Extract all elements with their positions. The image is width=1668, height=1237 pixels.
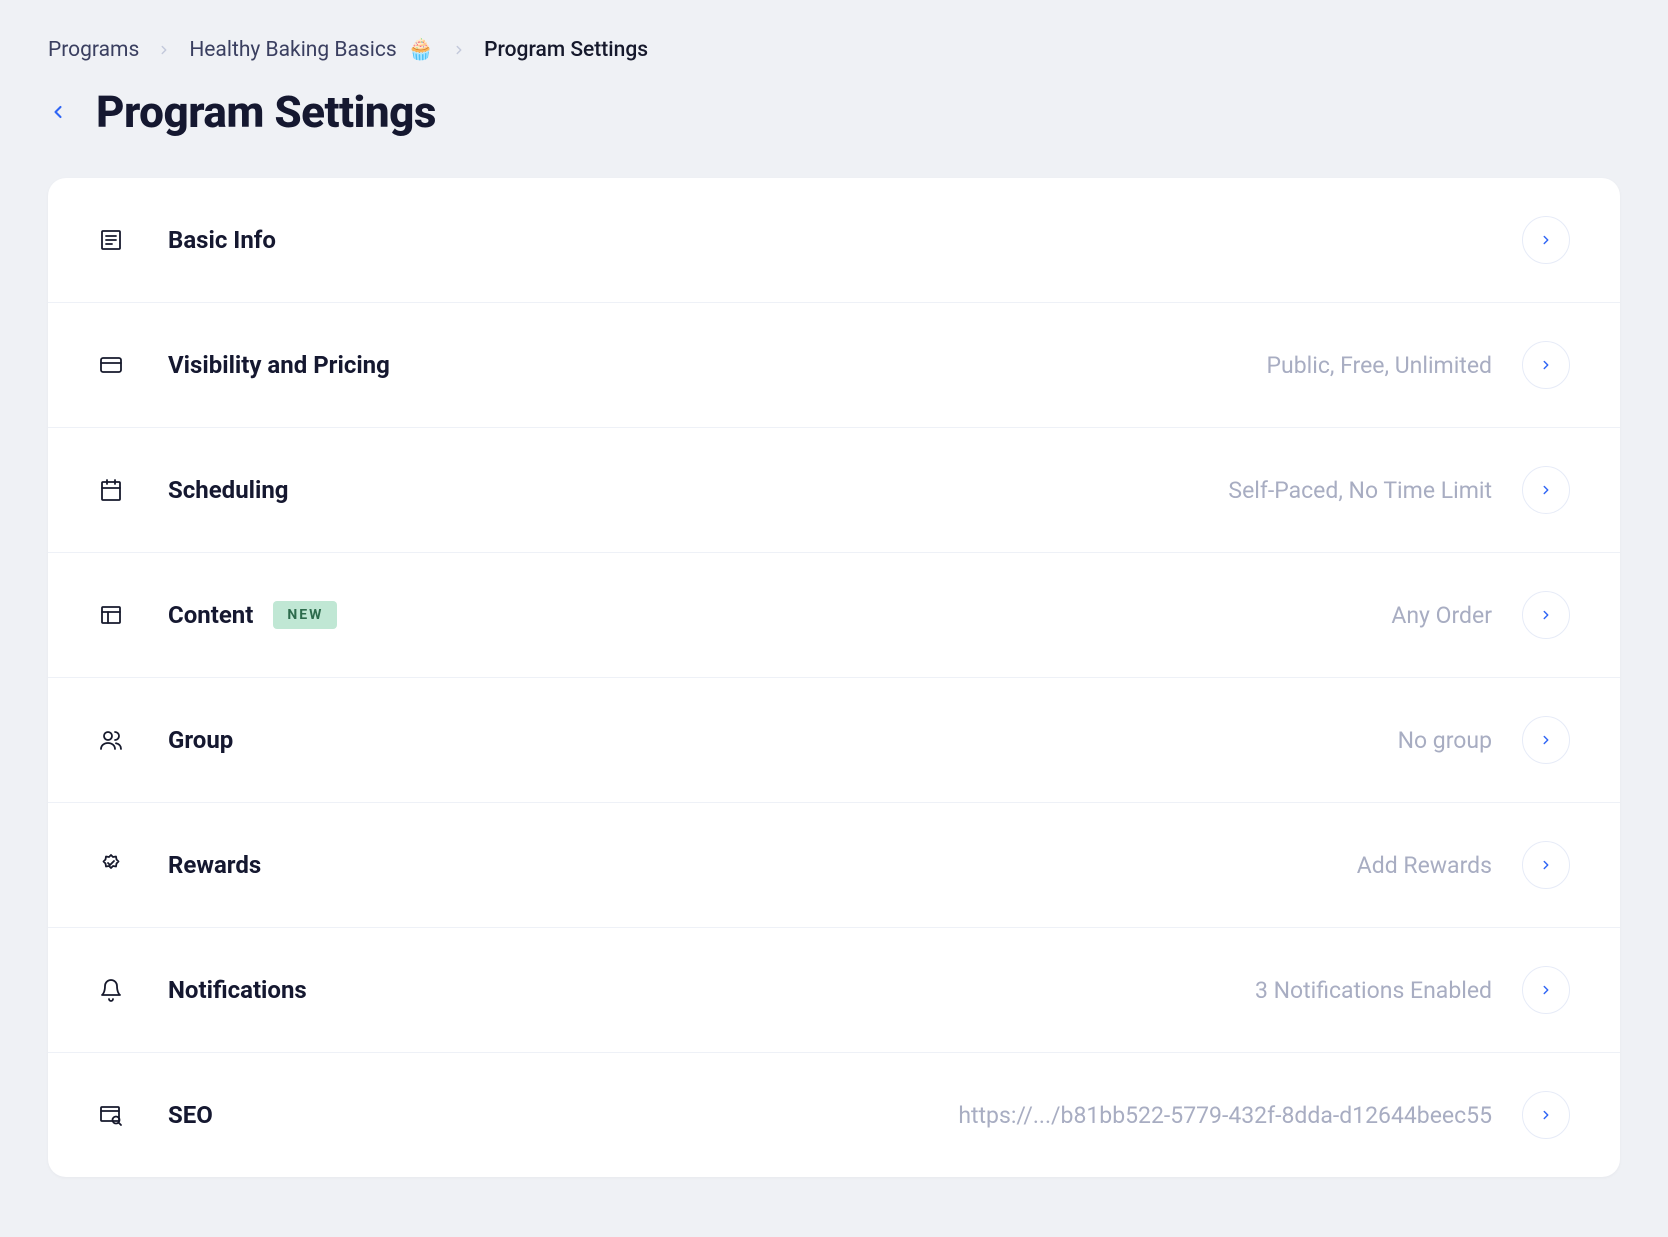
chevron-left-icon (48, 99, 68, 125)
credit-card-icon (98, 352, 124, 378)
row-value: Add Rewards (1357, 852, 1492, 879)
breadcrumb-item-current: Program Settings (484, 38, 648, 62)
settings-row-rewards[interactable]: Rewards Add Rewards (48, 803, 1620, 928)
chevron-right-icon (1522, 341, 1570, 389)
row-label: Rewards (168, 851, 261, 879)
row-label: Notifications (168, 976, 307, 1004)
row-value: https://.../b81bb522-5779-432f-8dda-d126… (958, 1102, 1492, 1129)
chevron-right-icon (1522, 216, 1570, 264)
row-label: Basic Info (168, 226, 276, 254)
breadcrumb-label: Program Settings (484, 38, 648, 62)
row-value: Any Order (1391, 602, 1492, 629)
list-icon (98, 227, 124, 253)
row-label: SEO (168, 1101, 213, 1129)
chevron-right-icon (452, 43, 466, 57)
breadcrumb: Programs Healthy Baking Basics 🧁 Program… (48, 38, 1620, 62)
settings-row-basic-info[interactable]: Basic Info (48, 178, 1620, 303)
chevron-right-icon (1522, 466, 1570, 514)
layout-icon (98, 602, 124, 628)
chevron-right-icon (1522, 716, 1570, 764)
users-icon (98, 727, 124, 753)
breadcrumb-label: Programs (48, 38, 139, 62)
breadcrumb-label: Healthy Baking Basics (189, 38, 396, 62)
chevron-right-icon (1522, 1091, 1570, 1139)
chevron-right-icon (1522, 966, 1570, 1014)
settings-row-visibility-pricing[interactable]: Visibility and Pricing Public, Free, Unl… (48, 303, 1620, 428)
chevron-right-icon (1522, 591, 1570, 639)
title-row: Program Settings (48, 86, 1620, 138)
breadcrumb-item-programs[interactable]: Programs (48, 38, 139, 62)
chevron-right-icon (1522, 841, 1570, 889)
row-label: Scheduling (168, 476, 289, 504)
browser-search-icon (98, 1102, 124, 1128)
chevron-right-icon (157, 43, 171, 57)
calendar-icon (98, 477, 124, 503)
settings-row-content[interactable]: Content NEW Any Order (48, 553, 1620, 678)
row-value: Public, Free, Unlimited (1267, 352, 1492, 379)
settings-card: Basic Info Visibility and Pricing Public… (48, 178, 1620, 1177)
cupcake-icon: 🧁 (408, 38, 434, 62)
row-label: Group (168, 726, 233, 754)
settings-row-group[interactable]: Group No group (48, 678, 1620, 803)
settings-row-scheduling[interactable]: Scheduling Self-Paced, No Time Limit (48, 428, 1620, 553)
row-label: Visibility and Pricing (168, 351, 390, 379)
settings-row-notifications[interactable]: Notifications 3 Notifications Enabled (48, 928, 1620, 1053)
page-title: Program Settings (96, 86, 436, 138)
row-value: No group (1398, 727, 1492, 754)
row-label: Content (168, 601, 253, 629)
award-icon (98, 852, 124, 878)
breadcrumb-item-program-name[interactable]: Healthy Baking Basics 🧁 (189, 38, 434, 62)
settings-row-seo[interactable]: SEO https://.../b81bb522-5779-432f-8dda-… (48, 1053, 1620, 1177)
row-value: Self-Paced, No Time Limit (1228, 477, 1492, 504)
row-value: 3 Notifications Enabled (1255, 977, 1492, 1004)
back-button[interactable] (48, 99, 68, 125)
bell-icon (98, 977, 124, 1003)
new-badge: NEW (273, 601, 337, 629)
